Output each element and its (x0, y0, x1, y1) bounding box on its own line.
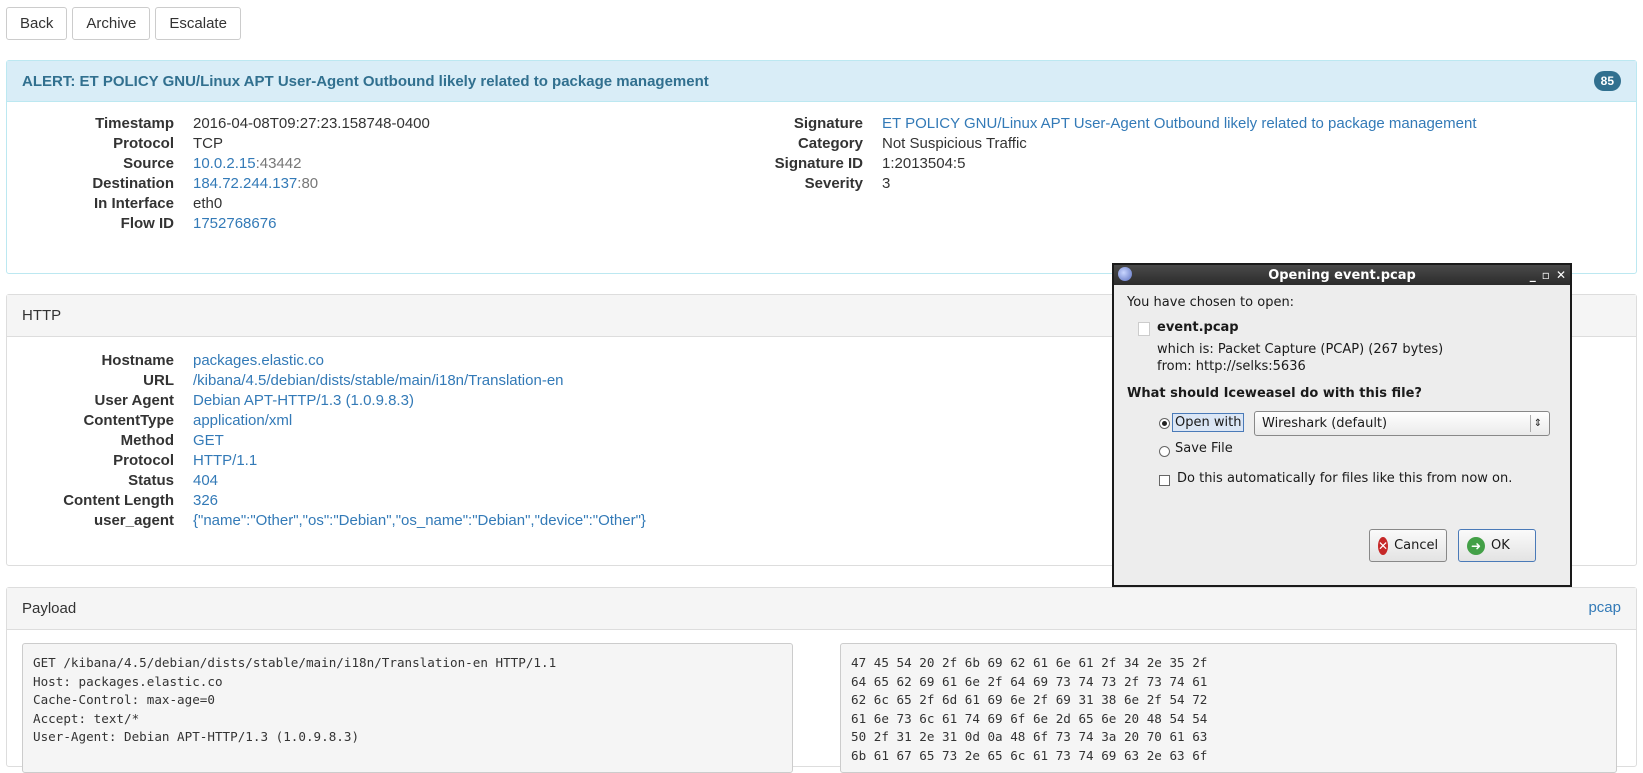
flow-id-link[interactable]: 1752768676 (193, 215, 276, 232)
alert-details-right: Signature ET POLICY GNU/Linux APT User-Ag… (687, 114, 1477, 194)
field-label: Protocol (113, 452, 174, 469)
field-label: Destination (92, 175, 174, 192)
maximize-icon[interactable]: ▫ (1542, 265, 1550, 285)
field-label: Severity (804, 175, 863, 192)
close-icon[interactable]: ✕ (1556, 265, 1566, 285)
alert-details-left: Timestamp 2016-04-08T09:27:23.158748-0400… (7, 114, 430, 234)
chevron-updown-icon: ⇕ (1530, 415, 1545, 432)
save-file-radio[interactable] (1159, 446, 1170, 457)
hostname-link[interactable]: packages.elastic.co (193, 352, 324, 369)
signature-link[interactable]: ET POLICY GNU/Linux APT User-Agent Outbo… (882, 115, 1477, 132)
file-source: from: http://selks:5636 (1157, 359, 1306, 374)
minimize-icon[interactable]: _ (1530, 265, 1536, 285)
interface-value: eth0 (193, 195, 223, 212)
source-ip-link[interactable]: 10.0.2.15 (193, 155, 256, 172)
open-with-label[interactable]: Open with (1172, 413, 1245, 432)
field-label: Hostname (101, 352, 174, 369)
auto-checkbox[interactable] (1159, 475, 1170, 486)
protocol-value: TCP (193, 135, 223, 152)
alert-title: ALERT: ET POLICY GNU/Linux APT User-Agen… (7, 61, 1636, 102)
content-type-link[interactable]: application/xml (193, 412, 292, 429)
toolbar: Back Archive Escalate (6, 7, 241, 40)
dialog-question: What should Iceweasel do with this file? (1127, 386, 1422, 401)
dialog-title: Opening event.pcap (1268, 267, 1416, 283)
iceweasel-icon (1118, 267, 1132, 281)
archive-button[interactable]: Archive (72, 7, 151, 40)
signature-id-value: 1:2013504:5 (882, 155, 966, 172)
dialog-intro: You have chosen to open: (1127, 295, 1295, 310)
payload-hex: 47 45 54 20 2f 6b 69 62 61 6e 61 2f 34 2… (840, 643, 1617, 773)
field-label: Source (123, 155, 174, 172)
field-label: Method (120, 432, 174, 449)
field-label: Flow ID (120, 215, 174, 232)
ok-label: OK (1491, 538, 1510, 553)
alert-panel: ALERT: ET POLICY GNU/Linux APT User-Agen… (6, 60, 1637, 274)
field-label: Category (797, 135, 863, 152)
application-select[interactable]: Wireshark (default) ⇕ (1254, 411, 1550, 436)
field-label: In Interface (93, 195, 174, 212)
field-label: ContentType (83, 412, 174, 429)
field-label: Signature (793, 115, 863, 132)
cancel-label: Cancel (1394, 538, 1439, 553)
category-value: Not Suspicious Traffic (882, 135, 1027, 152)
method-link[interactable]: GET (193, 432, 224, 449)
field-label: user_agent (93, 512, 174, 529)
back-button[interactable]: Back (6, 7, 68, 40)
user-agent-link[interactable]: Debian APT-HTTP/1.3 (1.0.9.8.3) (193, 392, 414, 409)
protocol-link[interactable]: HTTP/1.1 (193, 452, 257, 469)
dialog-titlebar: Opening event.pcap _ ▫ ✕ (1114, 265, 1570, 285)
save-file-label[interactable]: Save File (1175, 441, 1233, 456)
field-label: Status (128, 472, 174, 489)
auto-checkbox-label[interactable]: Do this automatically for files like thi… (1177, 471, 1512, 486)
content-length-link[interactable]: 326 (193, 492, 218, 509)
pcap-download-link[interactable]: pcap (1588, 599, 1621, 616)
open-with-radio[interactable] (1159, 418, 1170, 429)
user-agent-json-link[interactable]: {"name":"Other","os":"Debian","os_name":… (193, 512, 646, 529)
payload-text: GET /kibana/4.5/debian/dists/stable/main… (22, 643, 793, 773)
timestamp-value: 2016-04-08T09:27:23.158748-0400 (193, 115, 430, 132)
alert-count-badge: 85 (1593, 71, 1621, 91)
cancel-button[interactable]: ✕ Cancel (1369, 529, 1447, 562)
field-label: URL (143, 372, 174, 389)
status-link[interactable]: 404 (193, 472, 218, 489)
destination-ip-link[interactable]: 184.72.244.137 (193, 175, 297, 192)
http-details: Hostname packages.elastic.co URL/kibana/4… (7, 351, 646, 531)
cancel-icon: ✕ (1378, 536, 1389, 555)
payload-panel-title: Payload (7, 588, 1636, 630)
url-link[interactable]: /kibana/4.5/debian/dists/stable/main/i18… (193, 372, 564, 389)
ok-icon: ➜ (1467, 536, 1485, 555)
field-label: Timestamp (95, 115, 174, 132)
payload-panel: Payload pcap GET /kibana/4.5/debian/dist… (6, 587, 1637, 773)
field-label: User Agent (94, 392, 174, 409)
escalate-button[interactable]: Escalate (155, 7, 241, 40)
destination-port: :80 (297, 175, 319, 192)
ok-button[interactable]: ➜ OK (1458, 529, 1536, 562)
open-file-dialog: Opening event.pcap _ ▫ ✕ You have chosen… (1112, 263, 1572, 587)
file-name: event.pcap (1157, 320, 1239, 335)
file-icon (1138, 322, 1150, 336)
field-label: Signature ID (774, 155, 863, 172)
source-port: :43442 (255, 155, 302, 172)
severity-value: 3 (882, 175, 891, 192)
application-select-value: Wireshark (default) (1262, 416, 1388, 431)
field-label: Protocol (113, 135, 174, 152)
field-label: Content Length (63, 492, 174, 509)
file-type: which is: Packet Capture (PCAP) (267 byt… (1157, 342, 1444, 357)
